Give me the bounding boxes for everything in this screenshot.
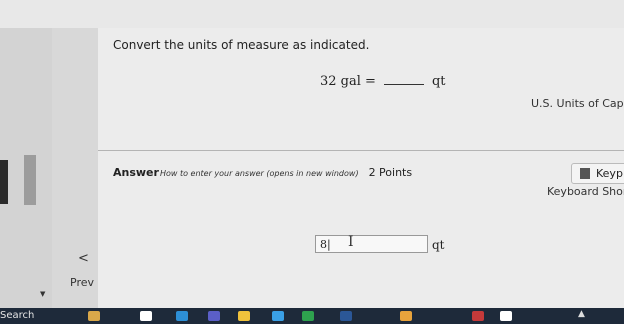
word-icon[interactable] [340,311,352,321]
chrome-icon[interactable] [400,311,412,321]
points-label: 2 Points [368,166,413,179]
section-divider [98,150,624,151]
equation-blank [383,70,424,85]
equation-unit: qt [431,74,446,89]
keyboard-shortcuts-link[interactable]: Keyboard Short [547,185,624,198]
prev-button[interactable]: Prev [70,276,94,289]
keypad-button[interactable]: Keyp [571,163,624,184]
chevron-down-icon[interactable]: ▼ [40,290,45,298]
conversion-equation: 32 gal = qt [320,70,445,89]
mail-icon[interactable] [302,311,314,321]
app-icon[interactable] [500,311,512,321]
left-panel [0,28,98,308]
units-reference-link[interactable]: U.S. Units of Capac [531,97,624,110]
top-bar [0,0,624,28]
question-prompt: Convert the units of measure as indicate… [113,38,370,52]
text-cursor-icon: I [348,234,354,250]
taskbar: Search ▲ [0,308,624,324]
answer-label: Answer [113,166,159,179]
equation-left: 32 gal = [320,74,376,89]
keypad-label: Keyp [596,167,623,180]
store-icon[interactable] [272,311,284,321]
left-panel-inner [52,28,98,308]
left-edge-bar [0,160,8,204]
prev-chevron-icon[interactable]: < [78,251,89,266]
taskbar-search[interactable]: Search [0,308,34,324]
how-to-answer-link[interactable]: How to enter your answer (opens in new w… [160,169,359,178]
scroll-indicator[interactable] [24,155,36,205]
file-explorer-icon[interactable] [238,311,250,321]
calculator-icon [580,168,590,179]
task-view-icon[interactable] [140,311,152,321]
answer-unit: qt [432,238,445,252]
answer-input[interactable]: 8| [315,235,428,253]
edge-icon[interactable] [176,311,188,321]
teams-icon[interactable] [208,311,220,321]
widgets-icon[interactable] [88,311,100,321]
calendar-icon[interactable] [472,311,484,321]
answer-header: Answer How to enter your answer (opens i… [113,166,412,179]
tray-chevron-icon[interactable]: ▲ [578,309,585,319]
